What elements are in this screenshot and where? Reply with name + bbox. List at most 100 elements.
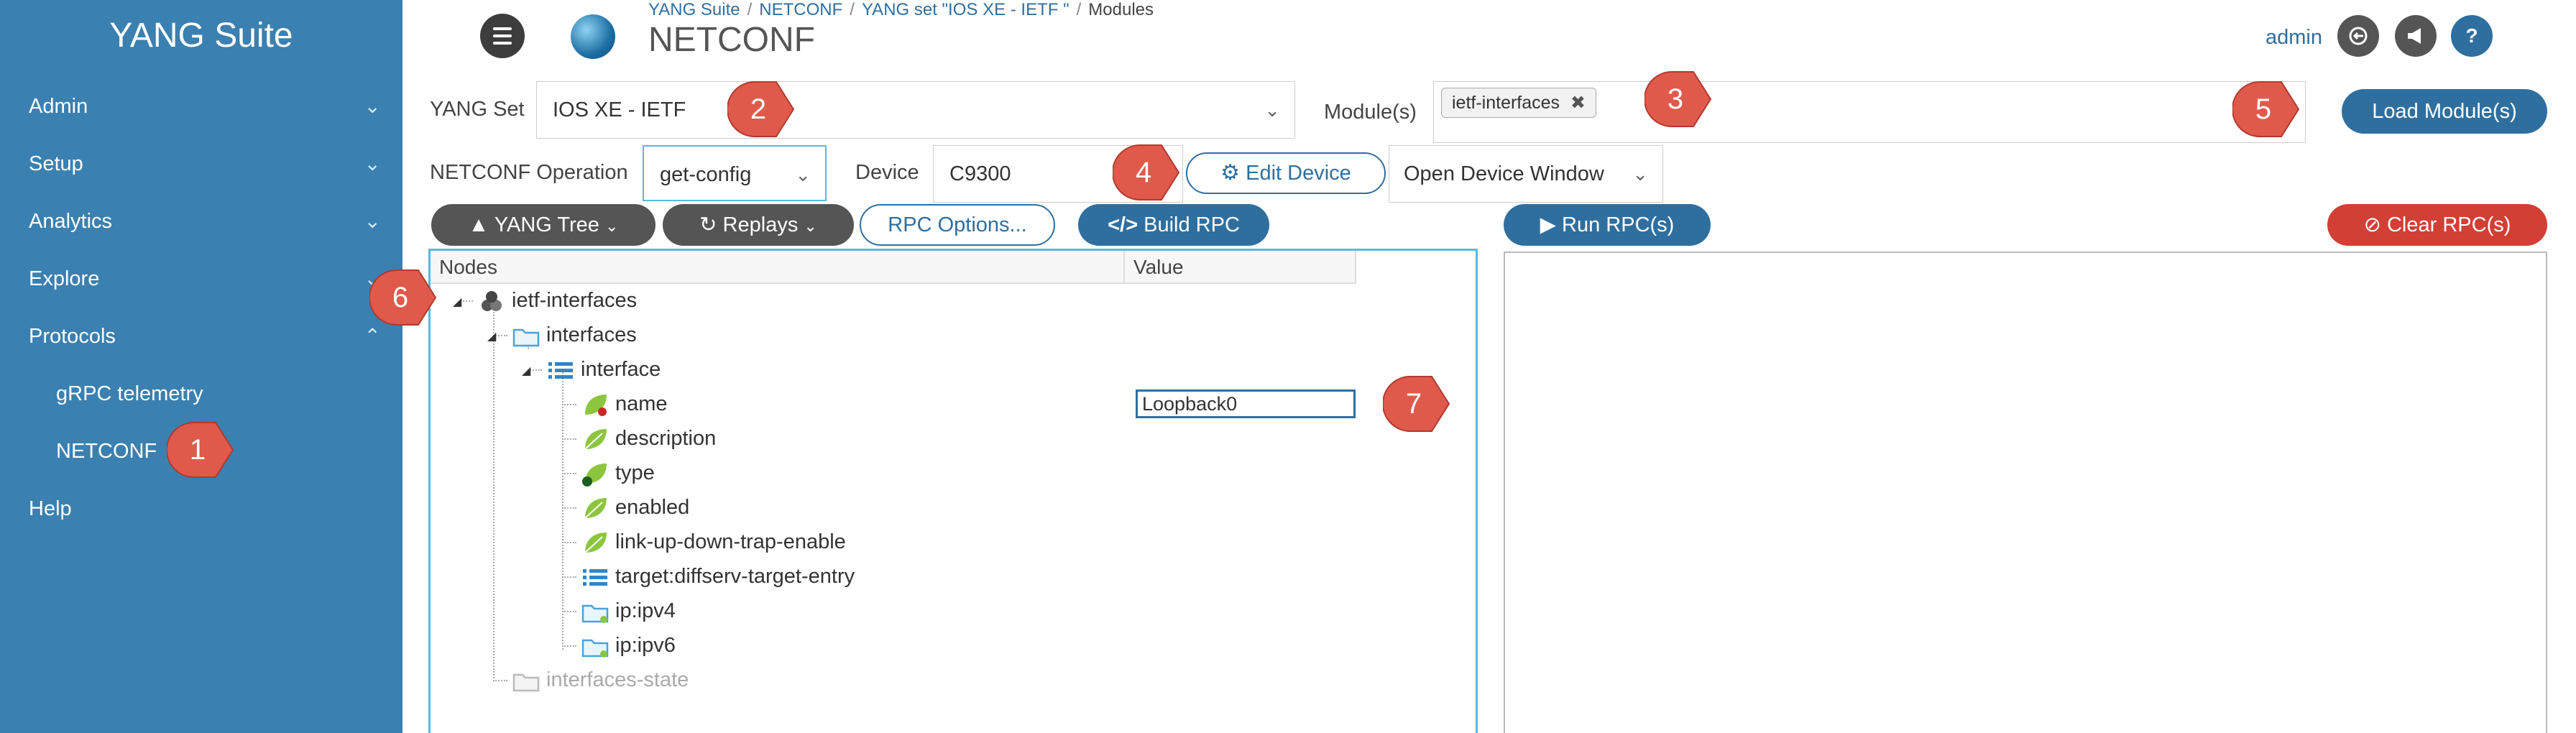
modules-input[interactable]: ietf-interfaces ✖ <box>1433 81 2306 143</box>
rpc-output-panel[interactable] <box>1504 252 2547 733</box>
tree-node-diffserv-target-entry[interactable]: target:diffserv-target-entry <box>581 561 855 592</box>
tree-node-label: name <box>615 392 668 415</box>
logout-icon <box>2349 27 2368 45</box>
tree-node-interfaces-state[interactable]: interfaces-state <box>512 664 689 696</box>
tree-connector <box>562 611 576 612</box>
tree-connector <box>562 645 576 647</box>
edit-device-button[interactable]: ⚙ Edit Device <box>1186 152 1386 194</box>
leaf-icon <box>581 528 610 557</box>
collapse-toggle-icon[interactable]: ◢ <box>453 295 461 309</box>
announcements-button[interactable] <box>2395 15 2437 57</box>
sidebar-item-label: gRPC telemetry <box>56 382 203 405</box>
leaf-mandatory-icon <box>581 459 610 488</box>
breadcrumb-separator: / <box>747 0 753 19</box>
chevron-down-icon: ⌄ <box>364 210 381 232</box>
yang-tree-button[interactable]: ▲ YANG Tree ⌄ <box>431 204 656 246</box>
rpc-options-button[interactable]: RPC Options... <box>860 204 1055 246</box>
sidebar-item-explore[interactable]: Explore ⌄ <box>29 257 388 300</box>
tree-node-interface[interactable]: interface <box>546 354 661 385</box>
build-rpc-label: Build RPC <box>1144 213 1240 236</box>
tree-node-ip-ipv4[interactable]: ip:ipv4 <box>581 595 676 627</box>
code-icon: </> <box>1108 213 1138 236</box>
sidebar-item-analytics[interactable]: Analytics ⌄ <box>29 200 388 243</box>
callout-number: 4 <box>1135 157 1152 188</box>
yang-set-label: YANG Set <box>430 98 525 121</box>
yang-set-select[interactable]: IOS XE - IETF ⌄ <box>536 81 1295 139</box>
sidebar-item-help[interactable]: Help <box>29 487 388 530</box>
clear-rpcs-button[interactable]: ⊘ Clear RPC(s) <box>2327 204 2547 246</box>
sidebar-item-label: Protocols <box>29 325 116 348</box>
tree-node-interfaces[interactable]: interfaces <box>512 319 637 351</box>
sidebar-item-protocols[interactable]: Protocols ⌃ <box>29 315 388 358</box>
load-modules-button[interactable]: Load Module(s) <box>2342 89 2547 134</box>
tree-node-link-up-down-trap-enable[interactable]: link-up-down-trap-enable <box>581 526 846 558</box>
collapse-toggle-icon[interactable]: ◢ <box>487 329 496 344</box>
tree-node-enabled[interactable]: enabled <box>581 492 689 523</box>
sidebar-item-admin[interactable]: Admin ⌄ <box>29 85 388 128</box>
callout-number: 1 <box>189 434 206 466</box>
tree-node-ip-ipv6[interactable]: ip:ipv6 <box>581 630 676 661</box>
sidebar-item-label: Explore <box>29 267 100 290</box>
callout-marker: 1 <box>167 420 236 480</box>
tree-node-label: enabled <box>615 496 690 519</box>
refresh-icon: ↻ <box>699 213 717 236</box>
app-logo-icon <box>571 14 615 59</box>
replays-button[interactable]: ↻ Replays ⌄ <box>663 204 854 246</box>
sidebar-item-setup[interactable]: Setup ⌄ <box>29 142 388 185</box>
leaf-icon <box>581 494 610 522</box>
brand-title[interactable]: YANG Suite <box>0 16 402 55</box>
netconf-operation-select[interactable]: get-config ⌄ <box>643 145 827 201</box>
tree-connector <box>562 438 576 440</box>
tag-remove-icon[interactable]: ✖ <box>1570 93 1586 113</box>
sidebar-item-grpc-telemetry[interactable]: gRPC telemetry <box>56 372 415 415</box>
breadcrumb-link-yang-suite[interactable]: YANG Suite <box>648 0 740 19</box>
tree-node-label: link-up-down-trap-enable <box>615 530 846 553</box>
breadcrumb-separator: / <box>850 0 855 19</box>
user-menu-link[interactable]: admin <box>2266 26 2322 50</box>
callout-marker: 4 <box>1113 142 1182 203</box>
breadcrumb-link-yang-set[interactable]: YANG set "IOS XE - IETF " <box>862 0 1070 19</box>
callout-number: 2 <box>750 93 767 125</box>
callout-number: 5 <box>2255 93 2272 125</box>
sidebar-item-label: Analytics <box>29 210 113 233</box>
hamburger-menu-button[interactable] <box>480 14 525 58</box>
help-button[interactable]: ? <box>2451 15 2493 57</box>
callout-marker: 7 <box>1383 374 1452 434</box>
gear-icon: ⚙ <box>1220 161 1241 185</box>
sidebar: YANG Suite Admin ⌄ Setup ⌄ Analytics ⌄ E… <box>0 0 402 733</box>
logout-button[interactable] <box>2337 15 2379 57</box>
nodes-column-header[interactable]: Nodes <box>431 251 1125 284</box>
tree-node-name[interactable]: name <box>581 388 668 420</box>
value-column-header[interactable]: Value <box>1125 251 1356 284</box>
chevron-down-icon: ⌄ <box>795 164 811 185</box>
menu-bar <box>493 34 512 37</box>
sidebar-item-netconf[interactable]: NETCONF <box>56 430 415 473</box>
breadcrumb-link-netconf[interactable]: NETCONF <box>759 0 842 19</box>
ban-icon: ⊘ <box>2363 213 2381 236</box>
list-icon <box>546 356 575 384</box>
caret-down-icon: ⌄ <box>605 217 619 235</box>
tree-node-ietf-interfaces[interactable]: ietf-interfaces <box>477 285 637 316</box>
collapse-toggle-icon[interactable]: ◢ <box>522 364 530 378</box>
replays-label: Replays <box>722 213 799 236</box>
build-rpc-button[interactable]: </> Build RPC <box>1078 204 1269 246</box>
run-rpcs-button[interactable]: ▶ Run RPC(s) <box>1504 204 1711 246</box>
yang-set-value: IOS XE - IETF <box>553 98 686 121</box>
sidebar-item-label: Help <box>29 497 72 520</box>
tree-node-label: type <box>615 461 655 484</box>
folder-open-icon <box>581 632 610 660</box>
tree-connector <box>493 680 507 681</box>
clear-rpcs-label: Clear RPC(s) <box>2386 213 2511 236</box>
tree-node-label: interface <box>581 358 661 381</box>
question-mark-icon: ? <box>2465 24 2478 47</box>
callout-number: 7 <box>1405 388 1422 420</box>
tree-node-label: ip:ipv6 <box>615 634 676 657</box>
tree-node-description[interactable]: description <box>581 423 716 454</box>
device-value: C9300 <box>949 162 1011 185</box>
open-device-window-select[interactable]: Open Device Window ⌄ <box>1389 145 1663 203</box>
tree-node-type[interactable]: type <box>581 457 655 489</box>
tree-node-label: description <box>615 427 717 450</box>
callout-marker: 6 <box>369 267 438 328</box>
name-value-input[interactable] <box>1136 389 1356 418</box>
open-device-window-label: Open Device Window <box>1404 162 1604 185</box>
